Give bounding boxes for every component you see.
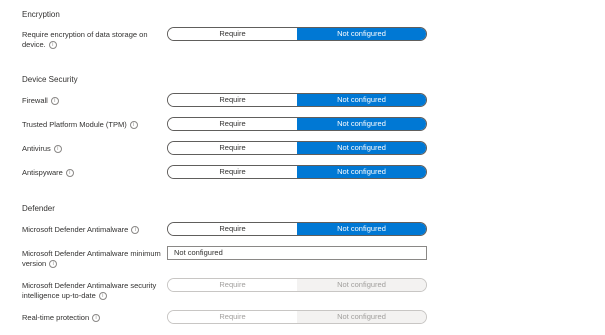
not-configured-option[interactable]: Not configured <box>297 94 426 106</box>
require-encryption-toggle[interactable]: Require Not configured <box>167 27 427 41</box>
firewall-label: Firewall i <box>22 96 162 106</box>
require-option: Require <box>168 279 297 291</box>
require-option[interactable]: Require <box>168 118 297 130</box>
min-version-label: Microsoft Defender Antimalware minimum v… <box>22 249 162 269</box>
realtime-protection-toggle: Require Not configured <box>167 310 427 324</box>
intelligence-label: Microsoft Defender Antimalware security … <box>22 281 162 301</box>
section-title-encryption: Encryption <box>22 10 60 19</box>
section-title-device-security: Device Security <box>22 75 78 84</box>
not-configured-option[interactable]: Not configured <box>297 28 426 40</box>
min-version-label-text: Microsoft Defender Antimalware minimum v… <box>22 249 161 268</box>
info-icon[interactable]: i <box>48 41 57 50</box>
antispyware-toggle[interactable]: Require Not configured <box>167 165 427 179</box>
realtime-protection-label: Real-time protection i <box>22 313 162 323</box>
not-configured-option[interactable]: Not configured <box>297 223 426 235</box>
require-option[interactable]: Require <box>168 166 297 178</box>
not-configured-option[interactable]: Not configured <box>297 166 426 178</box>
section-title-defender: Defender <box>22 204 55 213</box>
antivirus-label: Antivirus i <box>22 144 162 154</box>
info-icon[interactable]: i <box>131 226 140 235</box>
intelligence-label-text: Microsoft Defender Antimalware security … <box>22 281 157 300</box>
antivirus-toggle[interactable]: Require Not configured <box>167 141 427 155</box>
firewall-label-text: Firewall <box>22 96 48 105</box>
require-option[interactable]: Require <box>168 142 297 154</box>
info-icon[interactable]: i <box>98 292 107 301</box>
tpm-toggle[interactable]: Require Not configured <box>167 117 427 131</box>
info-icon[interactable]: i <box>49 260 58 269</box>
firewall-toggle[interactable]: Require Not configured <box>167 93 427 107</box>
info-icon[interactable]: i <box>53 145 62 154</box>
info-icon[interactable]: i <box>129 121 138 130</box>
not-configured-option[interactable]: Not configured <box>297 142 426 154</box>
antivirus-label-text: Antivirus <box>22 144 51 153</box>
require-option[interactable]: Require <box>168 223 297 235</box>
require-encryption-label-text: Require encryption of data storage on de… <box>22 30 148 49</box>
not-configured-option: Not configured <box>297 311 426 323</box>
min-version-input[interactable]: Not configured <box>167 246 427 260</box>
not-configured-option: Not configured <box>297 279 426 291</box>
tpm-label: Trusted Platform Module (TPM) i <box>22 120 162 130</box>
antimalware-label-text: Microsoft Defender Antimalware <box>22 225 129 234</box>
require-encryption-label: Require encryption of data storage on de… <box>22 30 162 50</box>
antispyware-label: Antispyware i <box>22 168 162 178</box>
info-icon[interactable]: i <box>50 97 59 106</box>
info-icon[interactable]: i <box>65 169 74 178</box>
require-option: Require <box>168 311 297 323</box>
realtime-protection-label-text: Real-time protection <box>22 313 90 322</box>
intelligence-toggle: Require Not configured <box>167 278 427 292</box>
require-option[interactable]: Require <box>168 28 297 40</box>
tpm-label-text: Trusted Platform Module (TPM) <box>22 120 127 129</box>
antimalware-label: Microsoft Defender Antimalware i <box>22 225 162 235</box>
info-icon[interactable]: i <box>92 314 101 323</box>
antimalware-toggle[interactable]: Require Not configured <box>167 222 427 236</box>
antispyware-label-text: Antispyware <box>22 168 63 177</box>
require-option[interactable]: Require <box>168 94 297 106</box>
not-configured-option[interactable]: Not configured <box>297 118 426 130</box>
